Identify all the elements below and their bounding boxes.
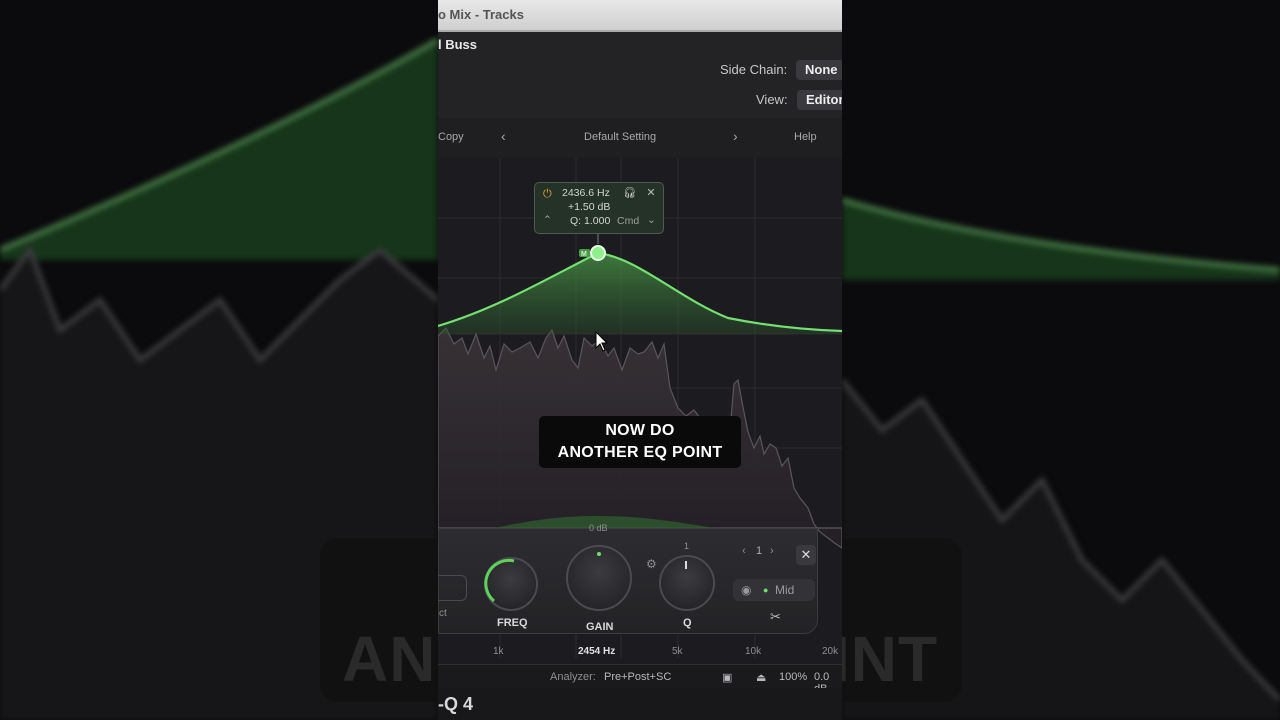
view-label: View:: [756, 92, 788, 107]
product-name: -Q 4: [438, 694, 474, 714]
next-preset-button[interactable]: ›: [733, 128, 738, 144]
band-next-icon[interactable]: ›: [770, 545, 774, 557]
side-chain-select[interactable]: None: [796, 60, 842, 80]
freq-tick-5k: 5k: [672, 646, 683, 657]
help-button[interactable]: Help: [794, 131, 817, 143]
frequency-axis: 1k 2454 Hz 5k 10k 20k: [438, 646, 842, 660]
preset-toolbar: Copy ‹ Default Setting › Help: [438, 118, 842, 158]
view-select[interactable]: Editor: [797, 90, 842, 110]
chevron-down-icon[interactable]: ⌄: [647, 214, 656, 226]
scissors-icon[interactable]: ✂: [770, 609, 781, 625]
power-icon[interactable]: ⏻: [543, 189, 553, 200]
freq-tick-10k: 10k: [745, 646, 762, 657]
shape-icon[interactable]: ⌃: [543, 214, 552, 226]
eq-display[interactable]: M ⏻ 2436.6 Hz +1.50 dB ⌃ Q: 1.000 Cmd ⌄ …: [438, 158, 842, 664]
close-band-button[interactable]: ✕: [796, 545, 816, 565]
band-mode-marker-text: M: [581, 251, 587, 258]
analyzer-label: Analyzer:: [550, 671, 596, 683]
caption-line-1: NOW DO: [605, 422, 675, 439]
mode-dot-icon: ●: [763, 585, 769, 595]
window-titlebar[interactable]: o Mix - Tracks: [438, 0, 842, 32]
eye-icon: ◉: [741, 583, 752, 597]
q-knob[interactable]: [659, 555, 715, 611]
stereo-mode-select[interactable]: ◉ ● Mid: [733, 579, 815, 601]
eq-band-node[interactable]: [590, 245, 606, 261]
q-label: Q: [683, 617, 692, 629]
analyzer-mode[interactable]: Pre+Post+SC: [604, 671, 671, 683]
video-caption: NOW DO ANOTHER EQ POINT: [539, 416, 741, 468]
background-right: INT: [842, 0, 1280, 720]
background-caption-text: INT: [842, 623, 939, 695]
midi-learn-icon[interactable]: ▣: [722, 671, 732, 684]
band-prev-icon[interactable]: ‹: [742, 545, 746, 557]
eq-curve-fill: [438, 253, 842, 334]
cursor-frequency: 2454 Hz: [578, 646, 616, 657]
q-top-label: 1: [684, 541, 690, 551]
status-bar: Analyzer: Pre+Post+SC ▣ ⏏ 100% 0.0 dB: [438, 664, 842, 695]
tooltip-frequency: 2436.6 Hz: [562, 187, 610, 199]
band-tooltip: ⏻ 2436.6 Hz +1.50 dB ⌃ Q: 1.000 Cmd ⌄ 🎧︎…: [534, 182, 664, 234]
zoom-level[interactable]: 100%: [779, 671, 807, 683]
gain-knob[interactable]: [566, 545, 632, 611]
freq-knob-arc: [484, 558, 515, 603]
freq-tick-20k: 20k: [822, 646, 839, 657]
prev-preset-button[interactable]: ‹: [501, 128, 506, 144]
gain-label: GAIN: [586, 621, 614, 633]
freq-label: FREQ: [497, 617, 528, 629]
stereo-mode-label: Mid: [775, 583, 795, 597]
window-title: o Mix - Tracks: [438, 7, 524, 22]
copy-button[interactable]: Copy: [438, 131, 464, 143]
side-chain-label: Side Chain:: [720, 62, 788, 77]
tooltip-q: Q: 1.000: [570, 215, 611, 227]
background-left: AN: [0, 0, 438, 720]
settings-icon[interactable]: ⚙: [646, 557, 657, 571]
track-name: l Buss: [438, 37, 478, 52]
freq-tick-1k: 1k: [493, 646, 504, 657]
tooltip-gain: +1.50 dB: [568, 201, 611, 213]
tooltip-modifier: Cmd: [617, 215, 640, 227]
band-number: 1: [756, 545, 763, 557]
caption-line-2: ANOTHER EQ POINT: [557, 444, 723, 461]
headphones-icon[interactable]: 🎧︎: [623, 186, 636, 199]
plugin-footer: -Q 4: [438, 688, 842, 720]
plugin-header: l Buss Side Chain: None View: Editor: [438, 32, 842, 118]
preset-name[interactable]: Default Setting: [584, 131, 656, 143]
undo-icon[interactable]: ⏏: [756, 671, 766, 684]
band-control-panel: ct FREQ 0 dB GAIN ⚙ 1 Q ‹ 1 › ✕ ◉ ● Mid …: [438, 523, 818, 634]
freq-knob[interactable]: [484, 557, 538, 611]
shape-selector[interactable]: [438, 575, 467, 601]
gain-zero-label: 0 dB: [589, 523, 608, 533]
background-caption-text: AN: [342, 623, 437, 695]
close-icon[interactable]: ✕: [643, 185, 659, 201]
plugin-window: o Mix - Tracks l Buss Side Chain: None V…: [438, 0, 842, 720]
cut-label: ct: [439, 608, 447, 619]
